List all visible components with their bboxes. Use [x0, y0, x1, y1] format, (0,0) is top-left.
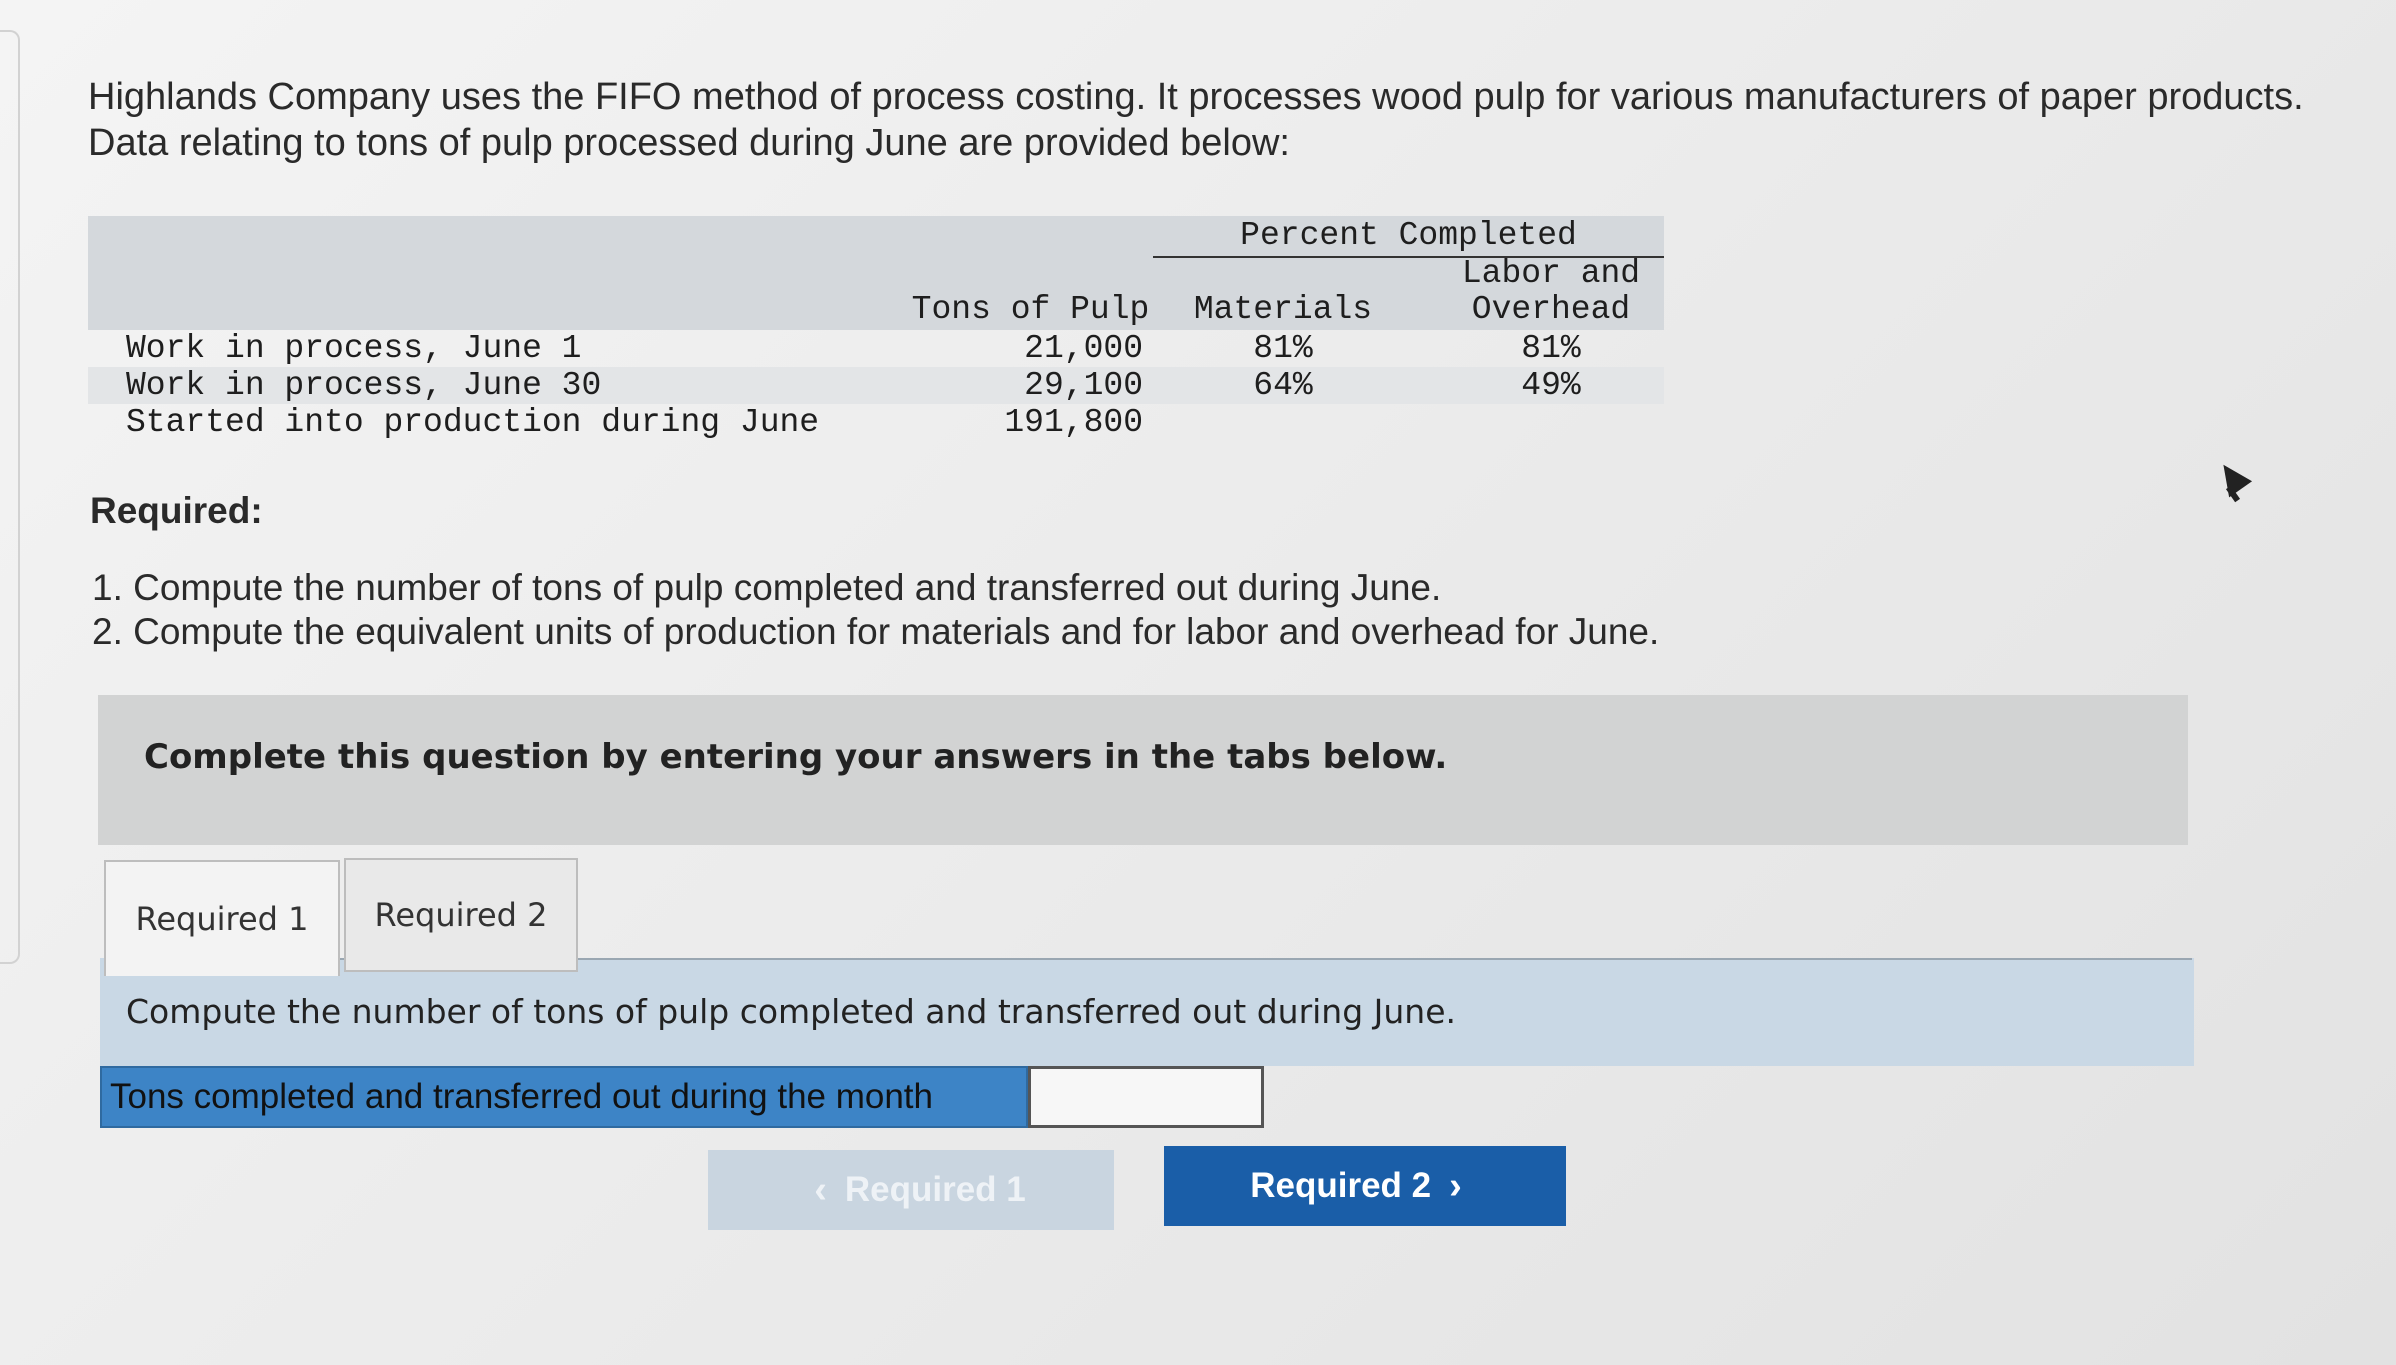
row-tons: 191,800 [1004, 404, 1143, 441]
answer-label: Tons completed and transferred out durin… [100, 1066, 1028, 1128]
tons-transferred-input[interactable] [1028, 1066, 1264, 1128]
row-tons: 29,100 [1024, 367, 1143, 404]
materials-column-header: Materials [1193, 291, 1373, 328]
tab-required-2[interactable]: Required 2 [344, 858, 578, 972]
labor-header-line-1: Labor and [1461, 255, 1641, 292]
prev-button-label: Required 1 [844, 1170, 1026, 1209]
chevron-right-icon: › [1449, 1164, 1462, 1207]
prev-required-1-button[interactable]: ‹ Required 1 [708, 1150, 1114, 1230]
required-item-1: 1. Compute the number of tons of pulp co… [92, 567, 1442, 608]
tab-prompt-text: Compute the number of tons of pulp compl… [126, 992, 1457, 1031]
row-label: Work in process, June 1 [126, 330, 582, 367]
row-labor: 49% [1521, 367, 1581, 404]
percent-completed-header: Percent Completed [1153, 216, 1664, 258]
intro-line-1: Highlands Company uses the FIFO method o… [88, 76, 2304, 118]
tab-required-1[interactable]: Required 1 [104, 860, 340, 976]
labor-overhead-column-header: Labor and Overhead [1438, 256, 1664, 328]
intro-text: Highlands Company uses the FIFO method o… [88, 74, 2368, 166]
required-heading: Required: [90, 490, 263, 531]
required-list: 1. Compute the number of tons of pulp co… [92, 566, 1659, 654]
next-required-2-button[interactable]: Required 2 › [1164, 1146, 1566, 1226]
chevron-left-icon: ‹ [814, 1168, 827, 1211]
instruction-text: Complete this question by entering your … [144, 737, 1448, 777]
intro-line-2: Data relating to tons of pulp processed … [88, 122, 1290, 164]
row-label: Work in process, June 30 [126, 367, 602, 404]
row-tons: 21,000 [1024, 330, 1143, 367]
row-label: Started into production during June [126, 404, 820, 441]
table-row: Work in process, June 1 21,000 81% 81% [88, 330, 1664, 367]
row-materials: 64% [1253, 367, 1313, 404]
tab-prompt-bar: Compute the number of tons of pulp compl… [100, 958, 2194, 1066]
pulp-data-table: Percent Completed Tons of Pulp Materials… [88, 216, 1664, 441]
table-row: Started into production during June 191,… [88, 404, 1664, 441]
tons-column-header: Tons of Pulp [911, 291, 1150, 328]
left-panel-edge [0, 30, 20, 964]
row-materials: 81% [1253, 330, 1313, 367]
answer-row: Tons completed and transferred out durin… [100, 1066, 1264, 1128]
instruction-banner: Complete this question by entering your … [98, 695, 2188, 845]
row-labor: 81% [1521, 330, 1581, 367]
required-item-2: 2. Compute the equivalent units of produ… [92, 611, 1660, 652]
labor-header-line-2: Overhead [1471, 291, 1631, 328]
next-button-label: Required 2 [1250, 1166, 1432, 1205]
table-header: Percent Completed Tons of Pulp Materials… [88, 216, 1664, 330]
table-row: Work in process, June 30 29,100 64% 49% [88, 367, 1664, 404]
